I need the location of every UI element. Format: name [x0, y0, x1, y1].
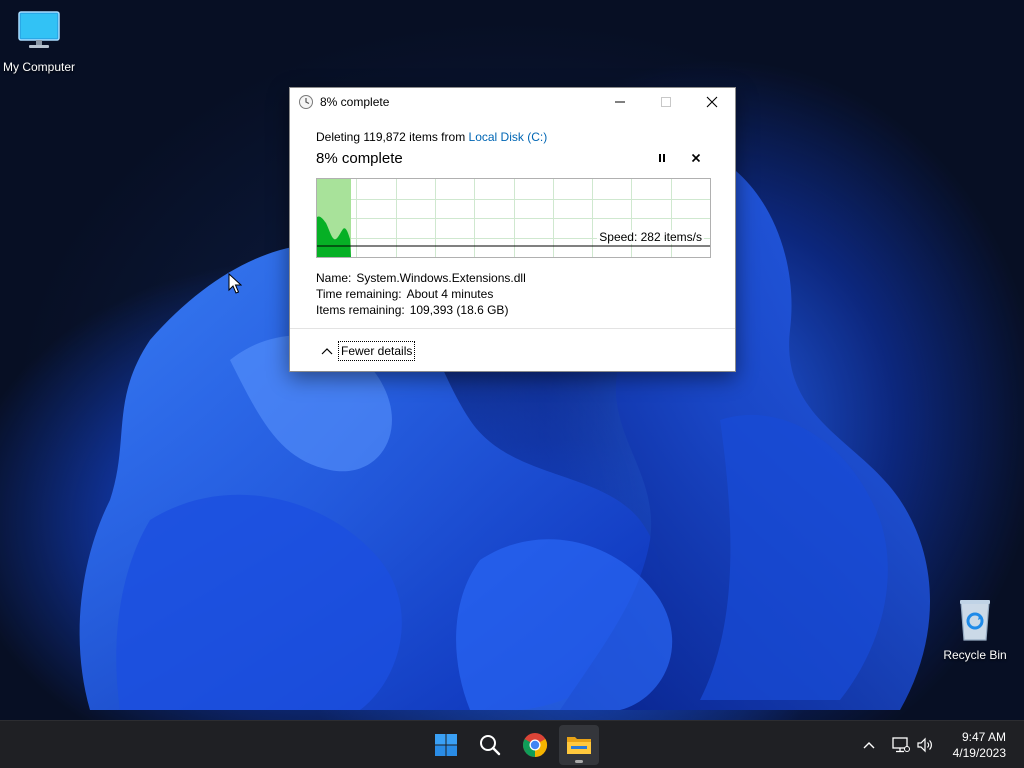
- pause-button[interactable]: [649, 148, 675, 168]
- minimize-icon: [615, 101, 625, 103]
- file-explorer-taskbar-button[interactable]: [559, 725, 599, 765]
- progress-percent-text: 8% complete: [316, 149, 403, 167]
- detail-row: Time remaining: About 4 minutes: [316, 286, 709, 302]
- operation-description: Deleting 119,872 items from Local Disk (…: [316, 130, 709, 144]
- network-icon: [892, 737, 910, 753]
- search-icon: [480, 735, 501, 756]
- chevron-up-icon: [863, 742, 875, 749]
- dialog-title: 8% complete: [320, 95, 390, 109]
- start-button[interactable]: [426, 725, 466, 765]
- monitor-icon: [15, 8, 63, 56]
- chrome-icon: [523, 733, 548, 757]
- graph-grid: [317, 179, 710, 257]
- detail-key: Name:: [316, 271, 352, 285]
- detail-value: About 4 minutes: [406, 287, 494, 301]
- cancel-icon: [691, 153, 701, 163]
- desktop-icon-label: My Computer: [2, 60, 76, 74]
- progress-header: 8% complete: [316, 146, 709, 170]
- volume-button[interactable]: [914, 721, 936, 768]
- detail-value: System.Windows.Extensions.dll: [356, 271, 526, 285]
- delete-progress-dialog: 8% complete Deleting 119,872 items from …: [289, 87, 736, 372]
- speaker-icon: [917, 737, 932, 753]
- cancel-button[interactable]: [683, 148, 709, 168]
- fewer-details-button[interactable]: Fewer details: [318, 339, 416, 362]
- taskbar-search-button[interactable]: [470, 725, 510, 765]
- detail-row: Items remaining: 109,393 (18.6 GB): [316, 302, 709, 318]
- detail-row: Name: System.Windows.Extensions.dll: [316, 270, 709, 286]
- dialog-titlebar[interactable]: 8% complete: [290, 88, 735, 116]
- speed-graph-canvas: [317, 179, 710, 257]
- chrome-taskbar-button[interactable]: [515, 725, 555, 765]
- pause-icon: [659, 154, 665, 162]
- desktop-icon-label: Recycle Bin: [943, 648, 1007, 662]
- recycle-bin-icon: [951, 596, 999, 644]
- maximize-icon: [661, 97, 671, 107]
- folder-icon: [567, 737, 591, 754]
- chevron-up-icon: [318, 344, 336, 358]
- network-button[interactable]: [890, 721, 912, 768]
- clock-time: 9:47 AM: [961, 730, 1006, 744]
- active-indicator: [575, 760, 583, 763]
- source-drive-link[interactable]: Local Disk (C:): [469, 130, 548, 144]
- mouse-cursor-icon: [228, 273, 242, 294]
- detail-key: Items remaining:: [316, 303, 405, 317]
- close-button[interactable]: [689, 88, 735, 116]
- footer-divider: [290, 328, 735, 329]
- maximize-button[interactable]: [643, 88, 689, 116]
- desktop-icon-my-computer[interactable]: My Computer: [0, 8, 81, 74]
- clock-date: 4/19/2023: [952, 746, 1006, 760]
- speed-graph: Speed: 282 items/s: [316, 178, 711, 258]
- detail-value: 109,393 (18.6 GB): [409, 303, 509, 317]
- detail-key: Time remaining:: [316, 287, 402, 301]
- desktop-icon-recycle-bin[interactable]: Recycle Bin: [933, 596, 1017, 662]
- show-hidden-icons-button[interactable]: [858, 721, 880, 768]
- minimize-button[interactable]: [597, 88, 643, 116]
- taskbar: 9:47 AM 4/19/2023: [0, 720, 1024, 768]
- taskbar-clock[interactable]: 9:47 AM 4/19/2023: [953, 729, 1006, 761]
- clock-icon: [298, 94, 314, 110]
- details-list: Name: System.Windows.Extensions.dll Time …: [316, 270, 709, 318]
- speed-label: Speed: 282 items/s: [597, 230, 704, 244]
- fewer-details-label: Fewer details: [338, 340, 416, 361]
- operation-text: Deleting 119,872 items from: [316, 130, 469, 144]
- windows-logo-icon: [435, 734, 457, 756]
- close-icon: [706, 96, 718, 108]
